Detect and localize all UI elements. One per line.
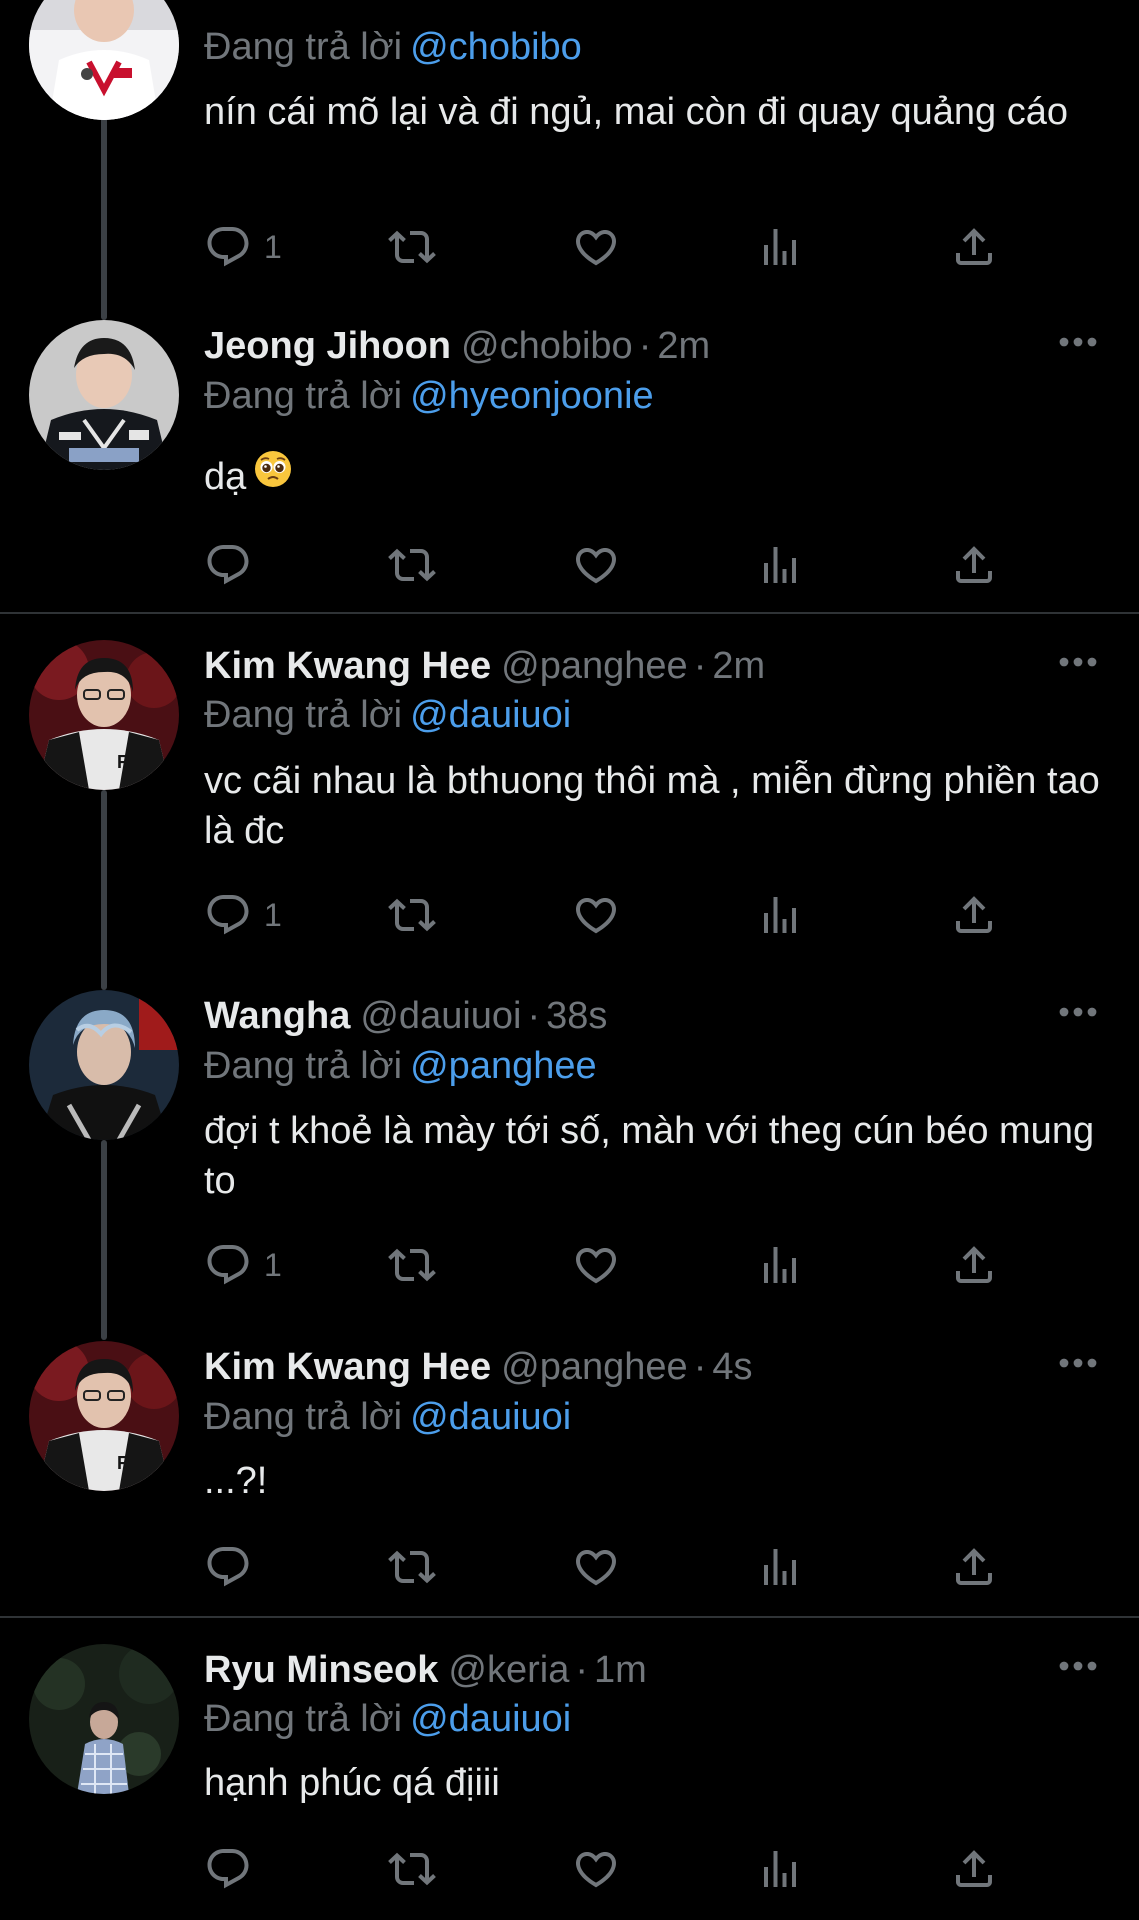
reply-icon [204, 1845, 252, 1893]
share-icon [950, 1845, 998, 1893]
tweet-header: Ryu Minseok @keria · 1m [204, 1644, 647, 1696]
display-name[interactable]: Ryu Minseok [204, 1649, 438, 1691]
tweet-item[interactable]: Ryu Minseok @keria · 1m Đang trả lời @dauiuo… [0, 0, 1139, 1920]
replying-label: Đang trả lời [204, 1698, 403, 1740]
timestamp[interactable]: 1m [594, 1649, 647, 1691]
retweet-icon [388, 1845, 436, 1893]
replying-to: Đang trả lời @dauiuoi [204, 1694, 571, 1744]
action-bar [204, 1844, 1024, 1894]
separator-dot: · [575, 1649, 588, 1691]
mention-link[interactable]: @dauiuoi [410, 1698, 571, 1740]
reply-button[interactable] [204, 1844, 264, 1894]
avatar[interactable] [29, 1644, 179, 1794]
more-button[interactable] [1058, 1660, 1098, 1680]
user-handle[interactable]: @keria [448, 1649, 569, 1691]
more-icon [1058, 1660, 1098, 1672]
retweet-button[interactable] [388, 1844, 436, 1894]
share-button[interactable] [950, 1844, 998, 1894]
views-button[interactable] [756, 1844, 804, 1894]
like-button[interactable] [572, 1844, 620, 1894]
like-icon [572, 1845, 620, 1893]
views-icon [756, 1845, 804, 1893]
tweet-text: hạnh phúc qá địiii [204, 1762, 500, 1804]
reply-thread-feed: Đang trả lời @chobibo nín cái mõ lại và đ… [0, 0, 1139, 1920]
